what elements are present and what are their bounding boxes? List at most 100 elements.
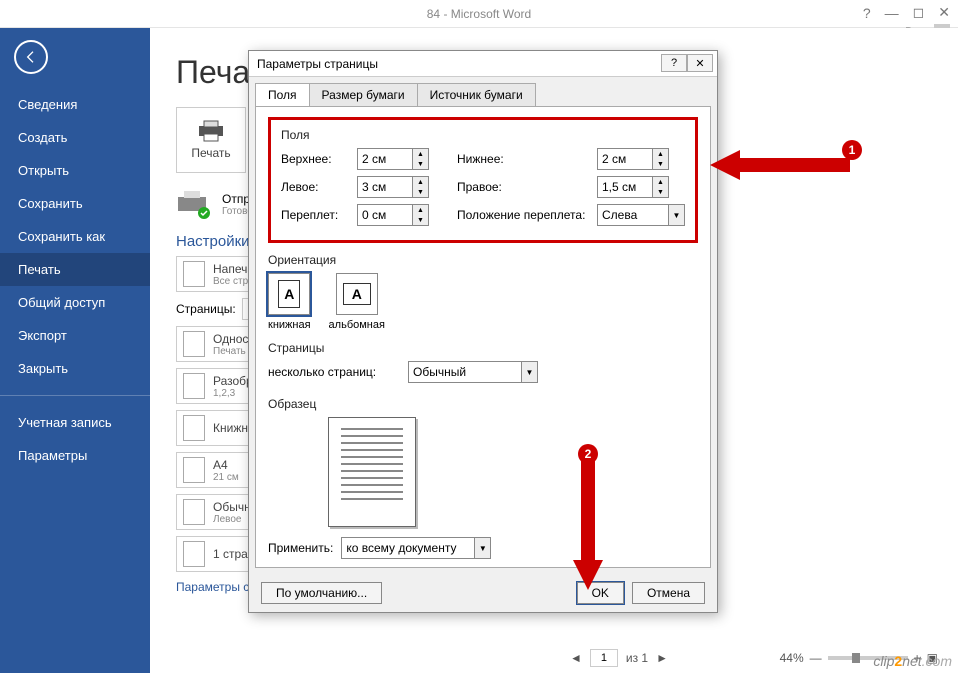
- dialog-help-icon[interactable]: ?: [661, 54, 687, 72]
- page-icon: [183, 541, 205, 567]
- page-icon: [183, 457, 205, 483]
- printer-icon: [197, 120, 225, 142]
- tab-margins[interactable]: Поля: [255, 83, 310, 106]
- window-controls: ? — ◻ ✕: [863, 4, 950, 21]
- dialog-title: Параметры страницы: [257, 57, 378, 71]
- sidebar-item-share[interactable]: Общий доступ: [0, 286, 150, 319]
- sample-group-label: Образец: [268, 397, 698, 411]
- zoom-out-icon[interactable]: —: [810, 651, 822, 665]
- bottom-margin-field[interactable]: [598, 149, 652, 169]
- landscape-icon: A: [343, 283, 371, 305]
- portrait-icon: A: [278, 280, 300, 308]
- page-of-label: из 1: [626, 651, 648, 665]
- wm-a: clip: [873, 653, 894, 669]
- prev-page-icon[interactable]: ◄: [570, 651, 582, 665]
- multi-pages-select[interactable]: Обычный ▼: [408, 361, 538, 383]
- right-margin-input[interactable]: ▲▼: [597, 176, 669, 198]
- left-margin-label: Левое:: [281, 180, 347, 194]
- maximize-icon[interactable]: ◻: [913, 4, 925, 21]
- opt-sub: 21 см: [213, 472, 239, 483]
- multi-pages-value: Обычный: [413, 365, 466, 379]
- back-button[interactable]: [14, 40, 48, 74]
- gutter-pos-value: Слева: [602, 208, 637, 222]
- orientation-portrait[interactable]: A книжная: [268, 273, 311, 331]
- print-button[interactable]: Печать: [176, 107, 246, 173]
- wm-d: .com: [922, 653, 952, 669]
- sidebar-item-saveas[interactable]: Сохранить как: [0, 220, 150, 253]
- annotation-1-badge: 1: [842, 140, 862, 160]
- page-icon: [183, 415, 205, 441]
- spin-up-icon[interactable]: ▲: [653, 149, 668, 159]
- dialog-close-icon[interactable]: ✕: [687, 54, 713, 72]
- gutter-input[interactable]: ▲▼: [357, 204, 429, 226]
- spin-up-icon[interactable]: ▲: [413, 205, 428, 215]
- wm-c: net: [902, 653, 921, 669]
- chevron-down-icon[interactable]: ▼: [521, 362, 537, 382]
- spin-down-icon[interactable]: ▼: [413, 215, 428, 225]
- right-margin-field[interactable]: [598, 177, 652, 197]
- sidebar-item-info[interactable]: Сведения: [0, 88, 150, 121]
- default-button[interactable]: По умолчанию...: [261, 582, 382, 604]
- spin-up-icon[interactable]: ▲: [413, 177, 428, 187]
- badge-1: 1: [842, 140, 862, 160]
- dialog-tabs: Поля Размер бумаги Источник бумаги: [249, 77, 717, 106]
- margins-group-label: Поля: [281, 128, 685, 142]
- spin-down-icon[interactable]: ▼: [653, 159, 668, 169]
- page-setup-dialog: Параметры страницы ? ✕ Поля Размер бумаг…: [248, 50, 718, 613]
- top-margin-input[interactable]: ▲▼: [357, 148, 429, 170]
- left-margin-input[interactable]: ▲▼: [357, 176, 429, 198]
- print-button-label: Печать: [191, 146, 230, 160]
- spin-up-icon[interactable]: ▲: [653, 177, 668, 187]
- sidebar-item-print[interactable]: Печать: [0, 253, 150, 286]
- sidebar-item-save[interactable]: Сохранить: [0, 187, 150, 220]
- spin-down-icon[interactable]: ▼: [413, 159, 428, 169]
- right-margin-label: Правое:: [457, 180, 587, 194]
- sidebar-item-new[interactable]: Создать: [0, 121, 150, 154]
- printer-status-icon: [176, 189, 212, 219]
- sidebar-item-export[interactable]: Экспорт: [0, 319, 150, 352]
- portrait-label: книжная: [268, 319, 311, 331]
- window-titlebar: 84 - Microsoft Word ? — ◻ ✕ Вход: [0, 0, 958, 28]
- sidebar-item-account[interactable]: Учетная запись: [0, 406, 150, 439]
- orientation-landscape[interactable]: A альбомная: [329, 273, 385, 331]
- help-icon[interactable]: ?: [863, 5, 871, 21]
- page-number-input[interactable]: [590, 649, 618, 667]
- page-icon: [183, 261, 205, 287]
- left-margin-field[interactable]: [358, 177, 412, 197]
- zoom-label: 44%: [780, 651, 804, 665]
- spin-up-icon[interactable]: ▲: [413, 149, 428, 159]
- spin-down-icon[interactable]: ▼: [653, 187, 668, 197]
- cancel-button[interactable]: Отмена: [632, 582, 705, 604]
- landscape-label: альбомная: [329, 319, 385, 331]
- sidebar-item-options[interactable]: Параметры: [0, 439, 150, 472]
- annotation-1: [710, 140, 860, 195]
- opt-label: A4: [213, 458, 228, 472]
- gutter-field[interactable]: [358, 205, 412, 225]
- chevron-down-icon[interactable]: ▼: [668, 205, 684, 225]
- margins-highlight-box: Поля Верхнее: ▲▼ Нижнее: ▲▼ Левое: ▲▼ Пр…: [268, 117, 698, 243]
- sidebar-item-open[interactable]: Открыть: [0, 154, 150, 187]
- annotation-2-badge: 2: [578, 444, 598, 464]
- chevron-down-icon[interactable]: ▼: [474, 538, 490, 558]
- apply-to-value: ко всему документу: [346, 541, 456, 555]
- apply-to-label: Применить:: [268, 541, 333, 555]
- dialog-titlebar: Параметры страницы ? ✕: [249, 51, 717, 77]
- gutter-pos-select[interactable]: Слева ▼: [597, 204, 685, 226]
- tab-paper[interactable]: Размер бумаги: [309, 83, 418, 106]
- tab-source[interactable]: Источник бумаги: [417, 83, 536, 106]
- pages-group-label: Страницы: [268, 341, 698, 355]
- close-icon[interactable]: ✕: [938, 4, 950, 21]
- minimize-icon[interactable]: —: [885, 5, 899, 21]
- gutter-pos-label: Положение переплета:: [457, 208, 587, 222]
- next-page-icon[interactable]: ►: [656, 651, 668, 665]
- sidebar-separator: [0, 395, 150, 396]
- spin-down-icon[interactable]: ▼: [413, 187, 428, 197]
- sample-preview: [328, 417, 416, 527]
- page-icon: [183, 373, 205, 399]
- bottom-margin-input[interactable]: ▲▼: [597, 148, 669, 170]
- sidebar-item-close[interactable]: Закрыть: [0, 352, 150, 385]
- top-margin-field[interactable]: [358, 149, 412, 169]
- apply-to-select[interactable]: ко всему документу ▼: [341, 537, 491, 559]
- watermark: clip2net.com: [873, 653, 952, 669]
- multi-pages-label: несколько страниц:: [268, 365, 398, 379]
